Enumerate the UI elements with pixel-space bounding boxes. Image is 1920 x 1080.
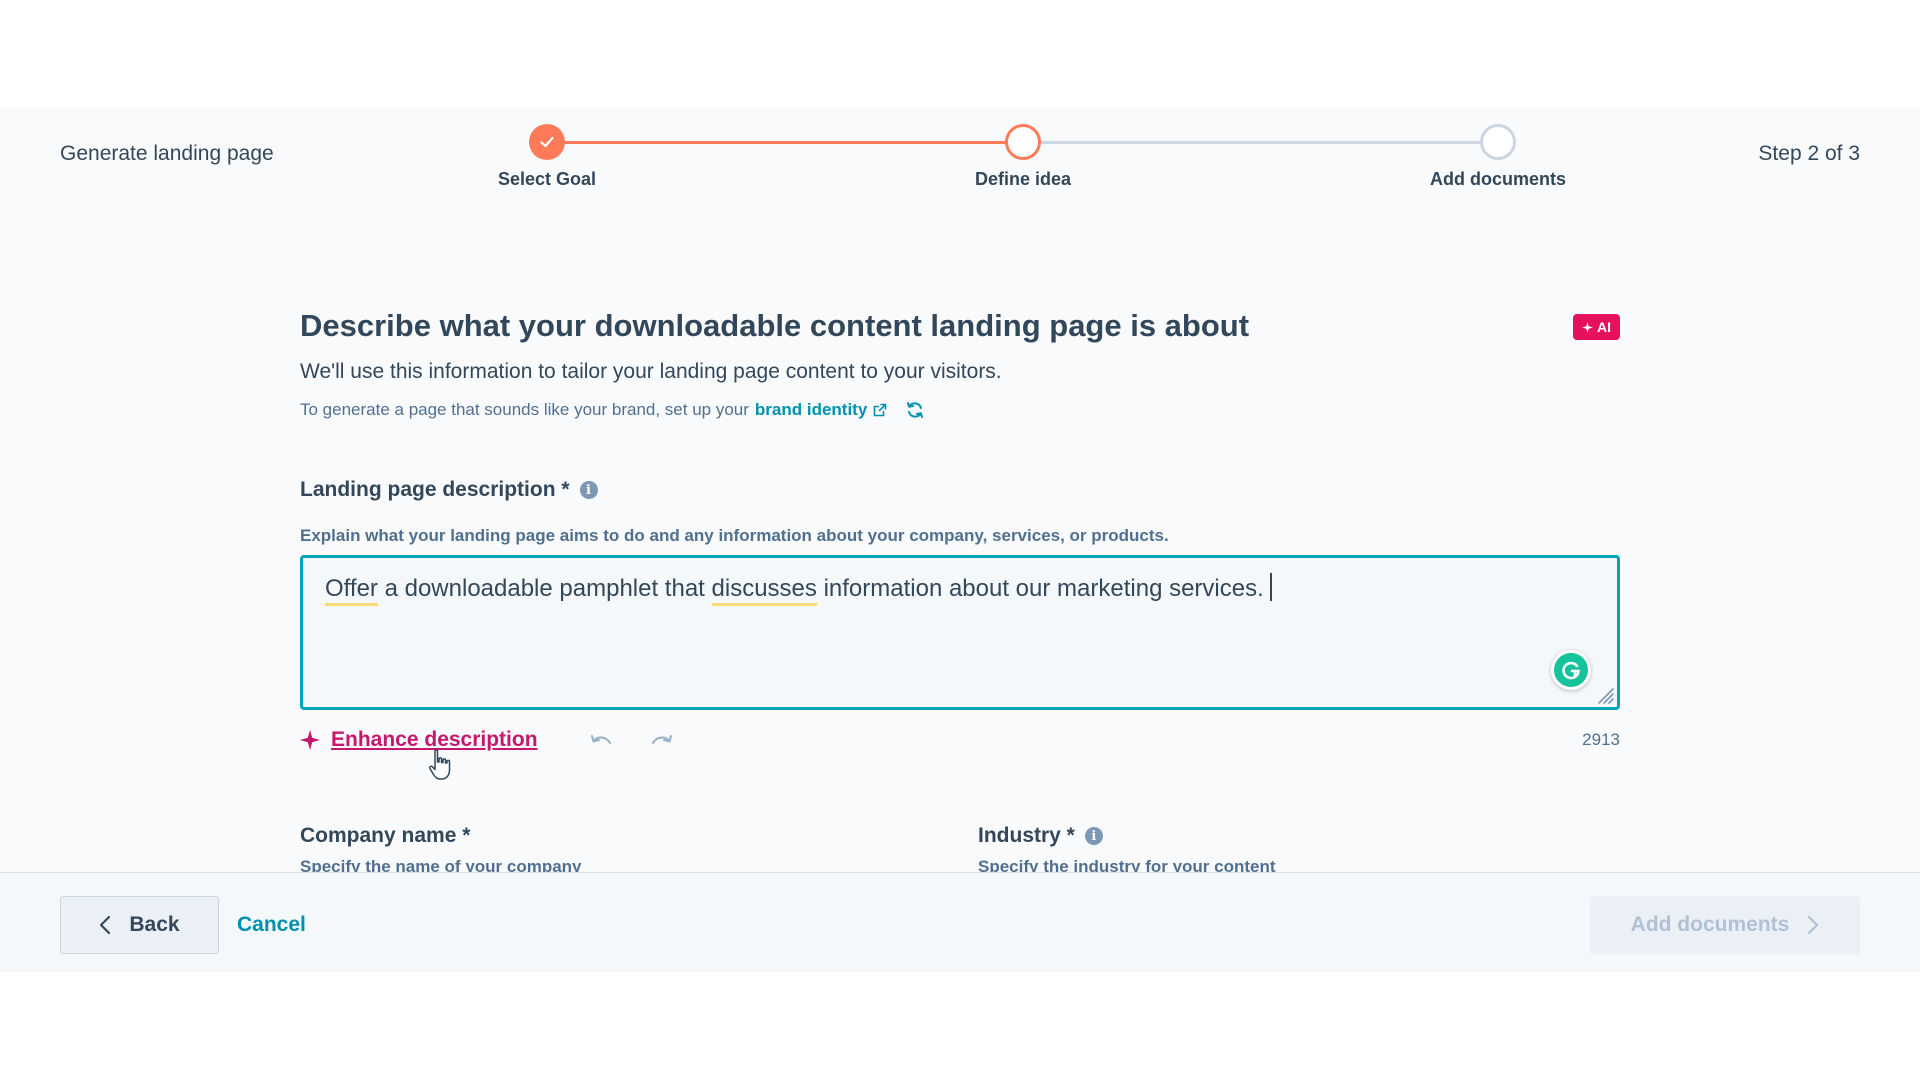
add-documents-button[interactable]: Add documents	[1590, 896, 1860, 954]
back-button[interactable]: Back	[60, 896, 219, 954]
brand-identity-hint: To generate a page that sounds like your…	[300, 400, 925, 420]
grammarly-icon[interactable]	[1551, 650, 1591, 690]
company-name-label: Company name *	[300, 824, 470, 848]
description-text-part: a downloadable pamphlet that	[384, 575, 705, 602]
description-value: Offer a downloadable pamphlet that discu…	[325, 573, 1557, 606]
description-textarea[interactable]: Offer a downloadable pamphlet that discu…	[300, 555, 1620, 710]
back-button-label: Back	[129, 913, 180, 936]
company-name-label-text: Company name *	[300, 824, 471, 847]
step-counter: Step 2 of 3	[1758, 142, 1860, 165]
info-icon[interactable]: i	[579, 481, 598, 499]
industry-label-text: Industry *	[978, 824, 1075, 847]
resize-handle-icon[interactable]	[1593, 683, 1615, 705]
chevron-left-icon	[100, 915, 111, 935]
main-content: Describe what your downloadable content …	[300, 108, 1620, 876]
text-caret	[1269, 573, 1272, 601]
description-label: Landing page description * i	[300, 478, 598, 502]
description-help: Explain what your landing page aims to d…	[300, 526, 1169, 545]
description-text-part: Offer	[325, 575, 378, 606]
ai-badge-label: AI	[1597, 319, 1611, 335]
redo-icon[interactable]	[649, 732, 675, 752]
refresh-icon	[907, 402, 924, 418]
info-icon[interactable]: i	[1084, 827, 1103, 845]
external-link-icon[interactable]	[873, 403, 887, 417]
description-label-text: Landing page description *	[300, 478, 570, 501]
grammarly-g-glyph	[1562, 661, 1580, 680]
industry-label: Industry * i	[978, 824, 1103, 848]
refresh-button[interactable]	[905, 400, 925, 420]
app-window: Generate landing page Select Goal Define…	[0, 108, 1920, 972]
ai-badge: AI	[1573, 314, 1620, 340]
page-subtitle: We'll use this information to tailor you…	[300, 360, 1002, 383]
page-title: Describe what your downloadable content …	[300, 308, 1250, 343]
brand-identity-link[interactable]: brand identity	[755, 400, 867, 420]
undo-icon[interactable]	[588, 732, 614, 752]
description-text-part: information about our marketing services…	[823, 575, 1264, 602]
add-documents-button-label: Add documents	[1630, 913, 1790, 936]
sparkle-icon	[1582, 321, 1593, 333]
pointer-cursor-icon	[429, 749, 451, 780]
wizard-footer: Back Cancel Add documents	[0, 872, 1920, 972]
sparkle-icon	[300, 730, 320, 750]
description-text-part: discusses	[711, 575, 817, 606]
character-count: 2913	[1582, 730, 1620, 749]
chevron-right-icon	[1808, 915, 1819, 935]
brand-identity-prefix: To generate a page that sounds like your…	[300, 400, 749, 419]
enhance-row: Enhance description 2913	[300, 728, 1620, 780]
cancel-button[interactable]: Cancel	[237, 913, 306, 937]
